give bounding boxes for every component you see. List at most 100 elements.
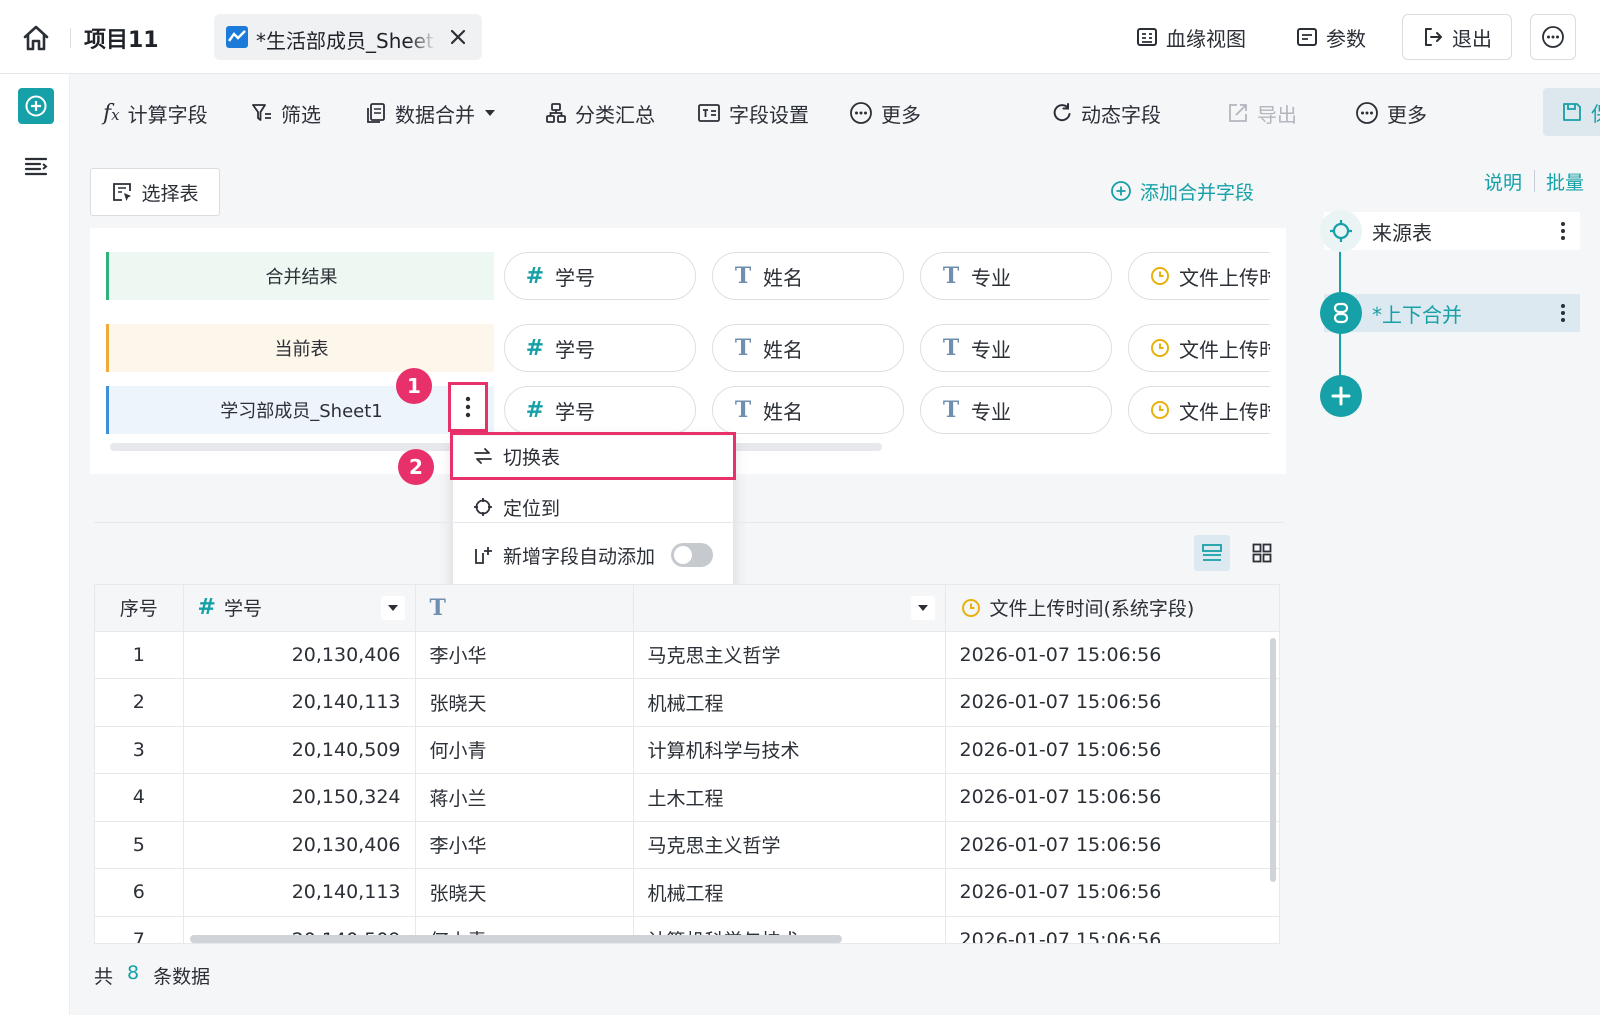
table-cell[interactable]: 20,140,113	[183, 868, 416, 917]
header-major[interactable]	[633, 585, 946, 632]
menu-item-switch-table[interactable]: 切换表	[450, 432, 736, 480]
field-pill[interactable]: 文件上传时间	[1128, 252, 1270, 300]
table-cell[interactable]: 马克思主义哲学	[633, 821, 946, 869]
field-pill[interactable]: T 专业	[920, 252, 1112, 300]
table-row[interactable]: 6 20,140,113 张晓天 机械工程 2026-01-07 15:06:56	[95, 868, 1279, 917]
table-cell[interactable]: 20,130,406	[183, 821, 416, 869]
more-left-button[interactable]: 更多	[849, 96, 921, 130]
table-cell[interactable]: 20,130,406	[183, 631, 416, 679]
data-merge-button[interactable]: 数据合并	[365, 96, 497, 130]
batch-link[interactable]: 批量	[1546, 168, 1584, 195]
home-icon[interactable]	[20, 22, 52, 54]
document-tab[interactable]: *生活部成员_Sheet1	[214, 14, 482, 60]
vertical-dots-icon[interactable]	[1560, 221, 1566, 241]
field-pill-label: 学号	[555, 265, 595, 290]
add-merge-field-button[interactable]: 添加合并字段	[1110, 176, 1254, 206]
table-cell[interactable]: 2	[95, 678, 184, 727]
source-node-icon	[1320, 210, 1362, 252]
explain-link[interactable]: 说明	[1484, 168, 1522, 195]
field-pill[interactable]: # 学号	[504, 252, 696, 300]
menu-item-auto-add[interactable]: 新增字段自动添加	[453, 532, 733, 578]
table-cell[interactable]: 2026-01-07 15:06:56	[945, 773, 1279, 822]
auto-add-toggle[interactable]	[671, 543, 714, 567]
table-cell[interactable]: 土木工程	[633, 773, 946, 822]
table-cell[interactable]: 机械工程	[633, 868, 946, 917]
dynamic-field-button[interactable]: 动态字段	[1051, 96, 1161, 130]
table-cell[interactable]: 马克思主义哲学	[633, 631, 946, 679]
filter-icon	[251, 102, 273, 124]
table-cell[interactable]: 6	[95, 868, 184, 917]
field-pill[interactable]: 文件上传时间	[1128, 324, 1270, 372]
table-cell[interactable]: 蒋小兰	[415, 773, 634, 822]
table-row[interactable]: 4 20,150,324 蒋小兰 土木工程 2026-01-07 15:06:56	[95, 773, 1279, 822]
field-pill[interactable]: 文件上传时间	[1128, 386, 1270, 434]
field-pill[interactable]: # 学号	[504, 386, 696, 434]
table-cell[interactable]: 2026-01-07 15:06:56	[945, 631, 1279, 679]
field-pill[interactable]: T 专业	[920, 386, 1112, 434]
dropdown-icon[interactable]	[910, 595, 935, 620]
table-cell[interactable]: 3	[95, 726, 184, 774]
field-pill[interactable]: # 学号	[504, 324, 696, 372]
table-cell[interactable]: 1	[95, 631, 184, 679]
field-pill[interactable]: T 姓名	[712, 386, 904, 434]
table-cell[interactable]: 20,150,324	[183, 773, 416, 822]
rail-add-button[interactable]	[18, 88, 54, 124]
add-merge-field-label: 添加合并字段	[1140, 181, 1255, 204]
table-row[interactable]: 5 20,130,406 李小华 马克思主义哲学 2026-01-07 15:06:56	[95, 821, 1279, 869]
table-cell[interactable]: 李小华	[415, 631, 634, 679]
table-cell[interactable]: 2026-01-07 15:06:56	[945, 726, 1279, 774]
add-step-button[interactable]	[1320, 375, 1362, 417]
dropdown-icon[interactable]	[380, 595, 405, 620]
select-table-button[interactable]: 选择表	[90, 168, 220, 216]
locate-label: 定位到	[503, 497, 561, 520]
vertical-dots-icon[interactable]	[1560, 303, 1566, 323]
row-menu-button[interactable]	[448, 382, 488, 432]
flow-node-source-table[interactable]: 来源表	[1324, 212, 1580, 250]
table-cell[interactable]: 7	[95, 916, 184, 943]
params-button[interactable]: 参数	[1296, 22, 1366, 52]
group-summary-button[interactable]: 分类汇总	[545, 96, 655, 130]
export-button[interactable]: 导出	[1227, 96, 1297, 130]
table-cell[interactable]: 何小青	[415, 726, 634, 774]
filter-button[interactable]: 筛选	[251, 96, 321, 130]
table-row[interactable]: 1 20,130,406 李小华 马克思主义哲学 2026-01-07 15:06:56	[95, 631, 1279, 679]
table-cell[interactable]: 2026-01-07 15:06:56	[945, 916, 1279, 943]
table-cell[interactable]: 4	[95, 773, 184, 822]
header-upload-time[interactable]: 文件上传时间(系统字段)	[945, 585, 1279, 632]
exit-button[interactable]: 退出	[1402, 14, 1512, 60]
field-pill[interactable]: T 姓名	[712, 324, 904, 372]
table-cell[interactable]: 张晓天	[415, 868, 634, 917]
table-cell[interactable]: 20,140,509	[183, 726, 416, 774]
flow-node-merge[interactable]: *上下合并	[1324, 294, 1580, 332]
table-cell[interactable]: 2026-01-07 15:06:56	[945, 868, 1279, 917]
list-view-button[interactable]	[1194, 535, 1230, 571]
lineage-view-button[interactable]: 血缘视图	[1136, 22, 1246, 52]
table-cell[interactable]: 李小华	[415, 821, 634, 869]
outline-list-icon[interactable]	[22, 152, 50, 180]
table-horizontal-scrollbar[interactable]	[190, 935, 842, 943]
source-table-row-label[interactable]: 学习部成员_Sheet1	[106, 386, 494, 434]
table-vertical-scrollbar[interactable]	[1270, 638, 1276, 882]
grid-view-button[interactable]	[1244, 535, 1280, 571]
field-pill[interactable]: T 专业	[920, 324, 1112, 372]
table-cell[interactable]: 张晓天	[415, 678, 634, 727]
table-row[interactable]: 2 20,140,113 张晓天 机械工程 2026-01-07 15:06:56	[95, 678, 1279, 727]
table-row[interactable]: 3 20,140,509 何小青 计算机科学与技术 2026-01-07 15:06:5…	[95, 726, 1279, 774]
clock-icon	[1149, 399, 1169, 421]
table-cell[interactable]: 2026-01-07 15:06:56	[945, 678, 1279, 727]
header-name[interactable]: T	[415, 585, 634, 632]
table-cell[interactable]: 20,140,113	[183, 678, 416, 727]
header-id[interactable]: # 学号	[183, 585, 416, 632]
field-settings-button[interactable]: 字段设置	[697, 96, 809, 130]
table-cell[interactable]: 5	[95, 821, 184, 869]
close-icon[interactable]	[446, 25, 470, 49]
more-right-button[interactable]: 更多	[1355, 96, 1427, 130]
table-cell[interactable]: 机械工程	[633, 678, 946, 727]
table-cell[interactable]: 2026-01-07 15:06:56	[945, 821, 1279, 869]
menu-item-locate[interactable]: 定位到	[453, 484, 733, 530]
more-options-button[interactable]	[1530, 14, 1576, 60]
save-button[interactable]: 保存	[1543, 88, 1600, 136]
table-cell[interactable]: 计算机科学与技术	[633, 726, 946, 774]
field-pill[interactable]: T 姓名	[712, 252, 904, 300]
calc-field-button[interactable]: fx 计算字段	[103, 96, 208, 130]
